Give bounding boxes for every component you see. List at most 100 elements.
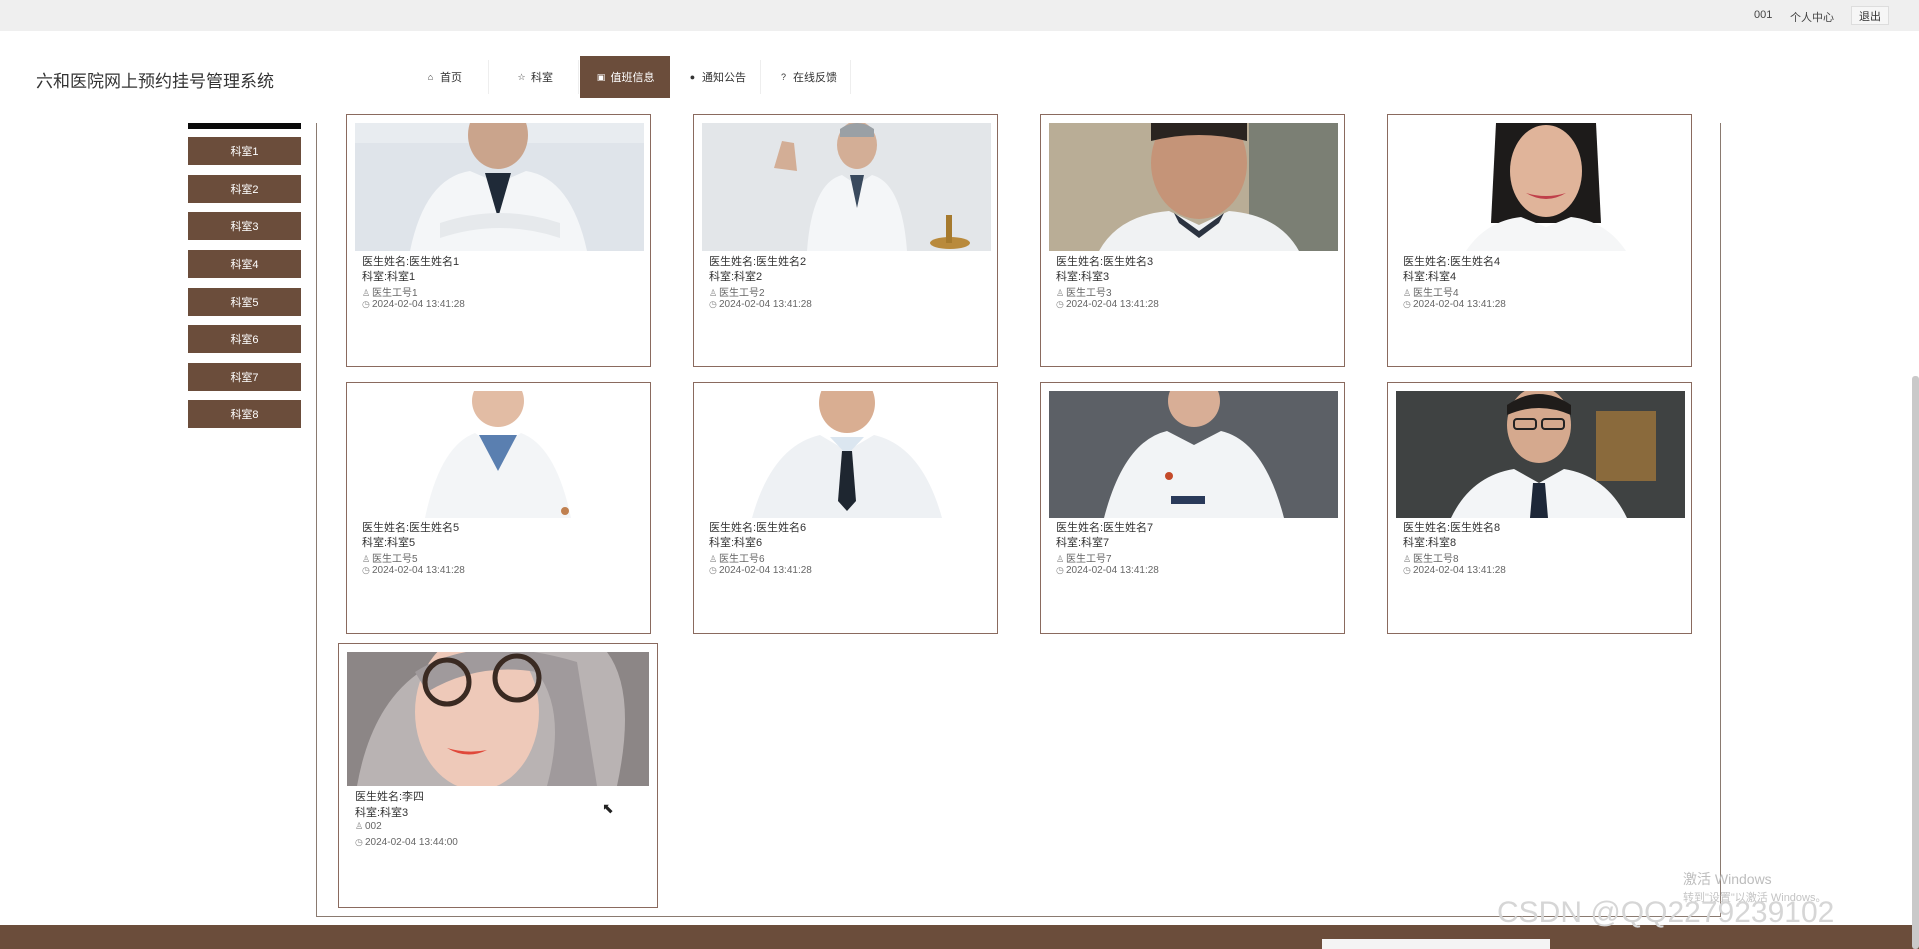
doctor-photo[interactable] xyxy=(1049,391,1338,518)
csdn-watermark: CSDN @QQ2279239102 xyxy=(1497,896,1835,929)
doctor-id: ♙ 医生工号3 xyxy=(1056,288,1112,299)
sidebar-item-dept-2[interactable]: 科室2 xyxy=(188,175,301,203)
doctor-card[interactable]: 医生姓名:医生姓名2 科室:科室2 ♙ 医生工号2 ◷ 2024-02-04 13:… xyxy=(693,114,998,367)
doctor-photo[interactable] xyxy=(1396,391,1685,518)
header: 六和医院网上预约挂号管理系统 ⌂ 首页 ☆ 科室 ▣ 值班信息 ● 通知公告 ?… xyxy=(0,31,1919,123)
doctor-name: 医生姓名:医生姓名5 xyxy=(362,522,460,534)
user-id: 001 xyxy=(1754,9,1773,21)
duty-time: ◷ 2024-02-04 13:41:28 xyxy=(1403,565,1506,576)
duty-time: ◷ 2024-02-04 13:41:28 xyxy=(709,565,812,576)
nav-duty-info[interactable]: ▣ 值班信息 xyxy=(580,56,670,98)
sidebar-item-dept-1[interactable]: 科室1 xyxy=(188,137,301,165)
sidebar-item-dept-5[interactable]: 科室5 xyxy=(188,288,301,316)
sidebar-header-bar xyxy=(188,123,301,129)
doctor-dept: 科室:科室7 xyxy=(1056,537,1110,549)
doctor-id: ♙ 医生工号2 xyxy=(709,288,765,299)
doctor-name: 医生姓名:医生姓名4 xyxy=(1403,256,1501,268)
clock-icon: ◷ xyxy=(1403,299,1411,309)
sidebar-item-dept-3[interactable]: 科室3 xyxy=(188,212,301,240)
doctor-card[interactable]: 医生姓名:医生姓名7 科室:科室7 ♙ 医生工号7 ◷ 2024-02-04 13:… xyxy=(1040,382,1345,634)
doctor-card[interactable]: 医生姓名:医生姓名4 科室:科室4 ♙ 医生工号4 ◷ 2024-02-04 13:… xyxy=(1387,114,1692,367)
clock-icon: ◷ xyxy=(362,565,370,575)
clock-icon: ◷ xyxy=(1403,565,1411,575)
doctor-card[interactable]: 医生姓名:李四 科室:科室3 ♙ 002 ◷ 2024-02-04 13:44:00 xyxy=(338,643,658,908)
doctor-id: ♙ 医生工号5 xyxy=(362,554,418,565)
nav-departments[interactable]: ☆ 科室 xyxy=(508,56,561,98)
doctor-id: ♙ 医生工号4 xyxy=(1403,288,1459,299)
doctor-name: 医生姓名:医生姓名6 xyxy=(709,522,807,534)
profile-link[interactable]: 个人中心 xyxy=(1790,9,1834,25)
doctor-dept: 科室:科室2 xyxy=(709,271,763,283)
info-icon: ● xyxy=(689,72,696,82)
top-bar: 001 个人中心 退出 xyxy=(0,0,1919,31)
clock-icon: ◷ xyxy=(355,837,363,847)
doctor-name: 医生姓名:医生姓名2 xyxy=(709,256,807,268)
clock-icon: ◷ xyxy=(709,299,717,309)
user-icon: ♙ xyxy=(709,288,718,298)
bag-icon: ▣ xyxy=(596,71,606,82)
doctor-dept: 科室:科室5 xyxy=(362,537,416,549)
nav-feedback[interactable]: ? 在线反馈 xyxy=(770,56,845,98)
clock-icon: ◷ xyxy=(1056,299,1064,309)
doctor-photo[interactable] xyxy=(702,123,991,251)
doctor-photo[interactable] xyxy=(355,123,644,251)
nav-label: 通知公告 xyxy=(702,72,746,84)
page-scrollbar[interactable] xyxy=(1912,376,1919,949)
doctor-dept: 科室:科室3 xyxy=(1056,271,1110,283)
question-icon: ? xyxy=(780,72,786,82)
doctor-photo[interactable] xyxy=(1049,123,1338,251)
duty-time: ◷ 2024-02-04 13:41:28 xyxy=(362,299,465,310)
doctor-dept: 科室:科室6 xyxy=(709,537,763,549)
doctor-id: ♙ 002 xyxy=(355,821,382,832)
doctor-dept: 科室:科室1 xyxy=(362,271,416,283)
doctor-name: 医生姓名:医生姓名7 xyxy=(1056,522,1154,534)
user-icon: ♙ xyxy=(362,288,371,298)
activate-windows-title: 激活 Windows xyxy=(1683,871,1772,887)
footer-badge xyxy=(1322,939,1550,949)
site-title: 六和医院网上预约挂号管理系统 xyxy=(36,72,274,91)
nav-notices[interactable]: ● 通知公告 xyxy=(679,56,754,98)
doctor-id: ♙ 医生工号7 xyxy=(1056,554,1112,565)
duty-time: ◷ 2024-02-04 13:41:28 xyxy=(1403,299,1506,310)
nav-label: 在线反馈 xyxy=(793,72,837,84)
doctor-photo[interactable] xyxy=(355,391,644,518)
nav-label: 科室 xyxy=(531,72,553,84)
doctor-card[interactable]: 医生姓名:医生姓名5 科室:科室5 ♙ 医生工号5 ◷ 2024-02-04 13:… xyxy=(346,382,651,634)
doctor-id: ♙ 医生工号1 xyxy=(362,288,418,299)
mouse-cursor-icon: ⬉ xyxy=(602,800,614,816)
home-icon: ⌂ xyxy=(427,72,434,82)
doctor-card[interactable]: 医生姓名:医生姓名6 科室:科室6 ♙ 医生工号6 ◷ 2024-02-04 13:… xyxy=(693,382,998,634)
user-icon: ♙ xyxy=(355,821,364,831)
doctor-name: 医生姓名:医生姓名3 xyxy=(1056,256,1154,268)
doctor-dept: 科室:科室4 xyxy=(1403,271,1457,283)
nav-label: 首页 xyxy=(440,72,462,84)
sidebar-item-dept-8[interactable]: 科室8 xyxy=(188,400,301,428)
user-icon: ♙ xyxy=(1403,288,1412,298)
sidebar-item-dept-7[interactable]: 科室7 xyxy=(188,363,301,391)
doctor-name: 医生姓名:李四 xyxy=(355,791,425,803)
duty-time: ◷ 2024-02-04 13:41:28 xyxy=(1056,565,1159,576)
user-icon: ♙ xyxy=(1403,554,1412,564)
doctor-id: ♙ 医生工号6 xyxy=(709,554,765,565)
nav-label: 值班信息 xyxy=(610,72,655,84)
doctor-dept: 科室:科室8 xyxy=(1403,537,1457,549)
doctor-name: 医生姓名:医生姓名8 xyxy=(1403,522,1501,534)
nav-home[interactable]: ⌂ 首页 xyxy=(417,56,470,98)
duty-time: ◷ 2024-02-04 13:41:28 xyxy=(362,565,465,576)
doctor-card[interactable]: 医生姓名:医生姓名1 科室:科室1 ♙ 医生工号1 ◷ 2024-02-04 13:… xyxy=(346,114,651,367)
doctor-photo[interactable] xyxy=(702,391,991,518)
sidebar-item-dept-4[interactable]: 科室4 xyxy=(188,250,301,278)
doctor-card[interactable]: 医生姓名:医生姓名3 科室:科室3 ♙ 医生工号3 ◷ 2024-02-04 13:… xyxy=(1040,114,1345,367)
user-icon: ♙ xyxy=(362,554,371,564)
doctor-card[interactable]: 医生姓名:医生姓名8 科室:科室8 ♙ 医生工号8 ◷ 2024-02-04 13:… xyxy=(1387,382,1692,634)
doctor-name: 医生姓名:医生姓名1 xyxy=(362,256,460,268)
doctor-photo[interactable] xyxy=(347,652,649,786)
logout-button[interactable]: 退出 xyxy=(1851,6,1889,25)
clock-icon: ◷ xyxy=(1056,565,1064,575)
duty-time: ◷ 2024-02-04 13:41:28 xyxy=(1056,299,1159,310)
sidebar-item-dept-6[interactable]: 科室6 xyxy=(188,325,301,353)
user-icon: ♙ xyxy=(709,554,718,564)
clock-icon: ◷ xyxy=(709,565,717,575)
doctor-photo[interactable] xyxy=(1396,123,1685,251)
duty-time: ◷ 2024-02-04 13:41:28 xyxy=(709,299,812,310)
